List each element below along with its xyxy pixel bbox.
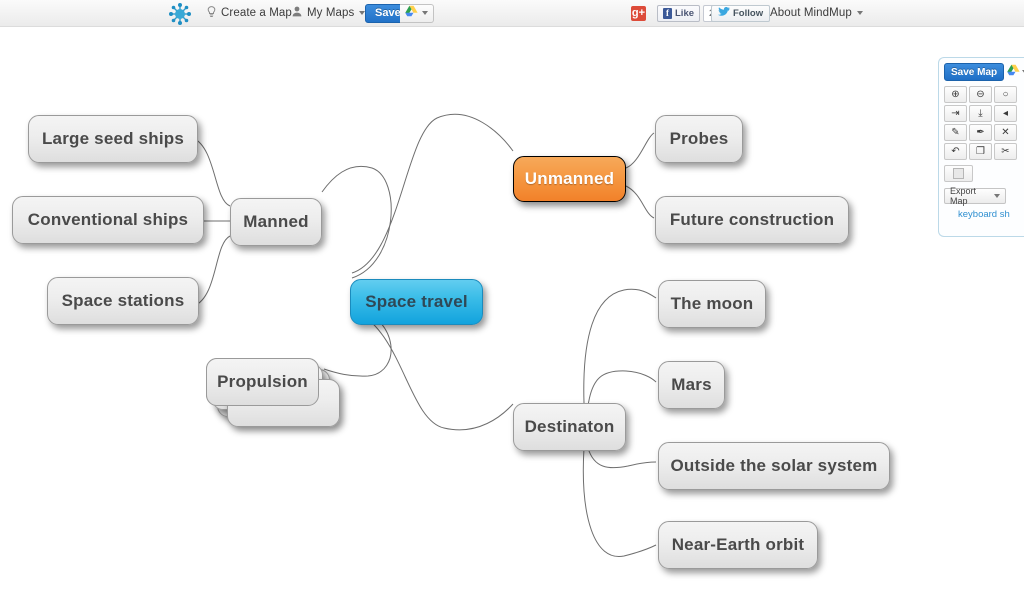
node-label: Near-Earth orbit [671,535,805,554]
chevron-down-icon [994,194,1000,198]
mindmap-node-outside-solar-system[interactable]: Outside the solar system [658,442,890,490]
collapse-icon: ◂ [1002,107,1009,119]
zoom-out-button[interactable]: ⊖ [969,86,992,103]
create-a-map-label: Create a Map [221,7,292,19]
connector-destinaton-to-mars [587,370,657,407]
my-maps-label: My Maps [307,7,355,19]
my-maps-menu[interactable]: My Maps [292,0,366,27]
zoom-in-icon: ⊕ [951,88,960,100]
save-label: Save [375,7,401,19]
mindmap-node-manned[interactable]: Manned [230,198,322,246]
connector-destinaton-to-near-earth-orbit [582,447,657,557]
keyboard-shortcuts-link[interactable]: keyboard sh [958,209,1020,220]
node-label: Future construction [669,210,835,229]
node-label: Space stations [61,291,185,310]
save-map-label: Save Map [951,66,998,78]
facebook-icon: f [663,7,672,19]
style-button[interactable]: ✒ [969,124,992,141]
undo-button[interactable]: ↶ [944,143,967,160]
save-map-button[interactable]: Save Map [944,63,1005,81]
mindmup-logo-icon[interactable] [168,2,192,26]
node-label: Space travel [365,292,468,311]
cut-button[interactable]: ✂ [994,143,1017,160]
mindmap-node-large-seed-ships[interactable]: Large seed ships [28,115,198,163]
undo-icon: ↶ [951,145,960,157]
mindmap-node-probes[interactable]: Probes [655,115,743,163]
save-destination-dropdown[interactable] [400,3,434,23]
mindmap-node-mars[interactable]: Mars [658,361,725,409]
connector-unmanned-to-future-construction [625,185,655,219]
mindmap-node-the-moon[interactable]: The moon [658,280,766,328]
map-tools-panel: Save Map ⊕ ⊖ ○ ⇥ ⤓ ◂ ✎ ✒ ✕ ↶ ❐ ✂ Export Map keyboar… [938,57,1024,237]
mindmap-node-space-stations[interactable]: Space stations [47,277,199,325]
node-label: Destinaton [524,417,615,436]
top-toolbar: Create a Map My Maps Save g+ f Like Foll… [0,0,1024,27]
user-icon [292,6,302,20]
node-label: Mars [671,375,712,394]
cut-icon: ✂ [1001,145,1010,157]
reset-zoom-button[interactable]: ○ [994,86,1017,103]
google-plus-label: g+ [631,6,646,19]
reset-zoom-icon: ○ [1002,88,1009,100]
facebook-like-label: Like [675,7,695,19]
stack-layer-front [206,358,319,406]
connector-space-travel-to-destinaton [351,309,514,431]
chevron-down-icon [422,11,428,15]
color-chip [953,168,964,179]
google-plus-button[interactable]: g+ [631,5,646,21]
connector-unmanned-to-probes [625,132,655,169]
google-drive-icon [405,4,418,22]
mindmap-node-conventional-ships[interactable]: Conventional ships [12,196,204,244]
node-label: Probes [669,129,729,148]
style-icon: ✒ [976,126,985,138]
connector-destinaton-to-the-moon [583,288,657,404]
mindmap-node-near-earth-orbit[interactable]: Near-Earth orbit [658,521,818,569]
mindmap-node-propulsion[interactable]: Propulsion [206,358,323,410]
twitter-follow-label: Follow [733,7,764,19]
mindmap-node-destinaton[interactable]: Destinaton [513,403,626,451]
delete-icon: ✕ [1001,126,1010,138]
chevron-down-icon [856,11,863,15]
twitter-bird-icon [718,6,730,20]
node-label: Large seed ships [41,129,185,148]
export-map-label: Export Map [950,186,977,206]
mindmap-node-space-travel[interactable]: Space travel [350,279,483,325]
mindmap-node-unmanned[interactable]: Unmanned [513,156,626,202]
zoom-out-icon: ⊖ [976,88,985,100]
node-label: The moon [670,294,754,313]
node-color-swatch-button[interactable] [944,165,973,182]
node-label: Conventional ships [27,210,189,229]
paste-icon: ❐ [976,145,985,157]
mindmap-node-future-construction[interactable]: Future construction [655,196,849,244]
zoom-in-button[interactable]: ⊕ [944,86,967,103]
mindmap-canvas[interactable]: Large seed ships Conventional ships Space … [0,28,1024,600]
add-sibling-button[interactable]: ⇥ [944,105,967,122]
add-sibling-icon: ⇥ [951,107,960,119]
tool-button-grid: ⊕ ⊖ ○ ⇥ ⤓ ◂ ✎ ✒ ✕ ↶ ❐ ✂ [944,86,1020,160]
twitter-follow-button[interactable]: Follow [711,4,771,22]
node-label: Outside the solar system [670,456,878,475]
add-child-button[interactable]: ⤓ [969,105,992,122]
connector-space-travel-to-manned [321,166,392,279]
save-map-destination-dropdown[interactable] [1007,63,1024,81]
delete-button[interactable]: ✕ [994,124,1017,141]
edit-button[interactable]: ✎ [944,124,967,141]
about-mindmup-menu[interactable]: About MindMup [770,0,863,27]
google-drive-icon [1007,63,1020,81]
connector-space-travel-to-unmanned [351,113,514,274]
lightbulb-icon [207,5,216,21]
collapse-button[interactable]: ◂ [994,105,1017,122]
node-label: Unmanned [524,169,615,188]
export-map-dropdown[interactable]: Export Map [944,186,1006,206]
about-mindmup-label: About MindMup [770,7,852,19]
create-a-map-button[interactable]: Create a Map [207,0,292,27]
paste-button[interactable]: ❐ [969,143,992,160]
edit-icon: ✎ [951,126,960,138]
save-map-row: Save Map [944,63,1024,81]
node-label: Manned [243,212,309,231]
add-child-icon: ⤓ [978,107,983,119]
